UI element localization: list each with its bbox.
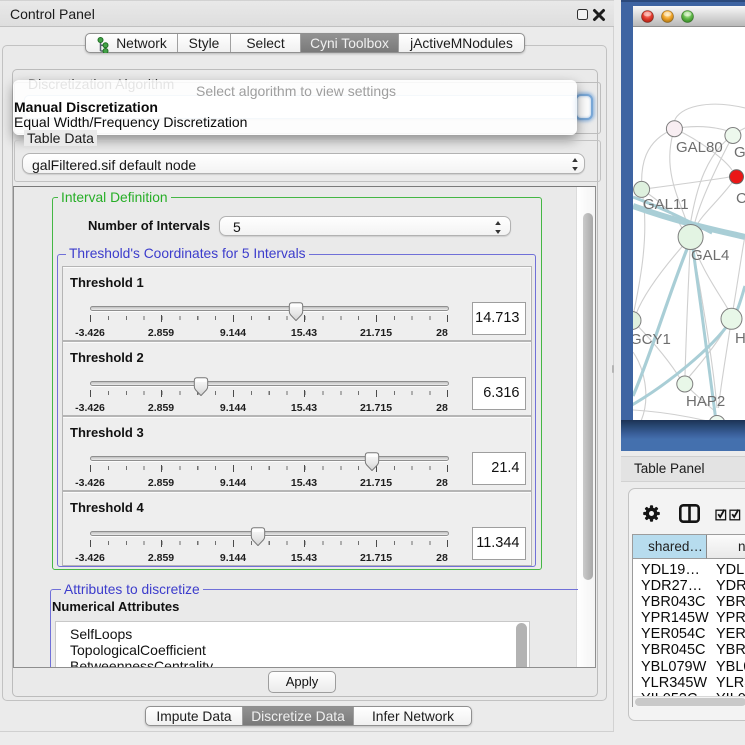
svg-text:H: H — [735, 330, 745, 347]
svg-text:C: C — [736, 190, 745, 207]
svg-text:GCY1: GCY1 — [633, 331, 671, 348]
svg-text:HAP2: HAP2 — [686, 393, 725, 410]
svg-text:GA: GA — [734, 144, 745, 161]
svg-text:GAL4: GAL4 — [691, 247, 729, 264]
svg-text:GAL80: GAL80 — [676, 139, 723, 156]
svg-text:GAL11: GAL11 — [643, 196, 689, 213]
